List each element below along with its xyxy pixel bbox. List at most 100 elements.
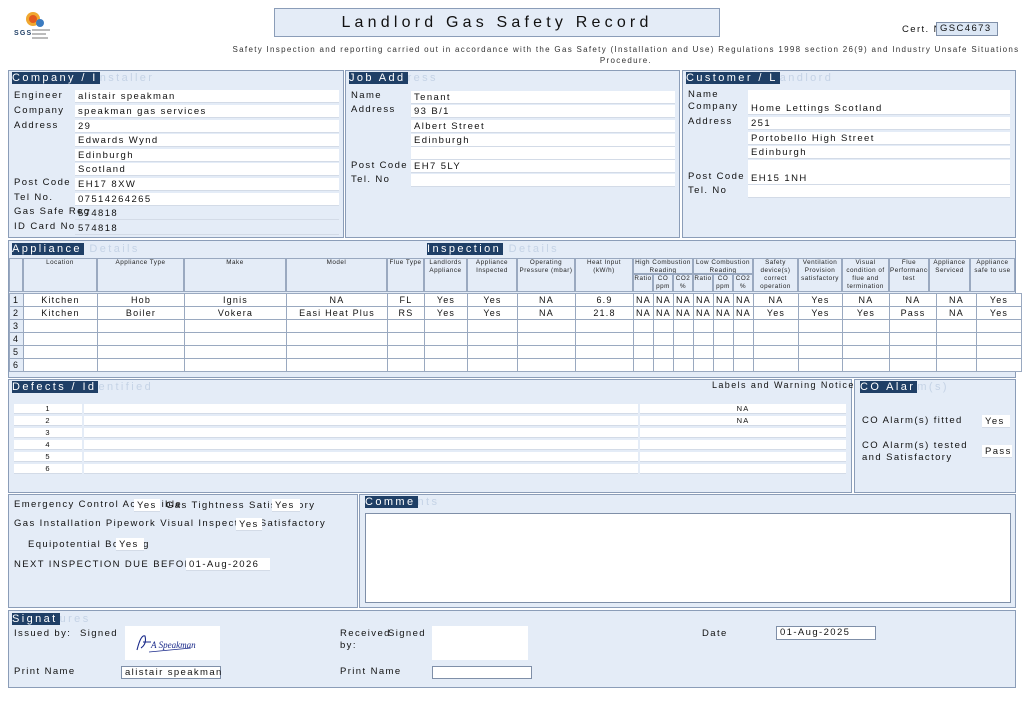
appliance-cell-h3[interactable]: NA [673,306,694,320]
appliance-cell-pressure[interactable] [517,319,576,333]
customer-address-line-3[interactable]: Edinburgh [748,146,1010,159]
appliance-cell-visual[interactable] [842,358,890,372]
appliance-cell-h1[interactable]: NA [633,306,654,320]
appliance-cell-flue[interactable] [387,319,425,333]
appliance-cell-flue_test[interactable] [889,319,937,333]
appliance-cell-vent[interactable] [798,332,843,346]
appliance-cell-vent[interactable]: Yes [798,293,843,307]
appliance-cell-h3[interactable] [673,358,694,372]
appliance-cell-h1[interactable] [633,345,654,359]
appliance-cell-h2[interactable] [653,345,674,359]
appliance-cell-serviced[interactable] [936,345,977,359]
appliance-cell-make[interactable] [184,358,287,372]
defect-description[interactable] [84,404,638,414]
appliance-cell-heat[interactable]: 21.8 [575,306,634,320]
defect-label-notice[interactable] [640,452,846,462]
appliance-cell-vent[interactable] [798,319,843,333]
defect-label-notice[interactable]: NA [640,416,846,426]
appliance-cell-location[interactable]: Kitchen [23,293,98,307]
appliance-cell-safe[interactable] [976,358,1022,372]
appliance-cell-l3[interactable] [733,358,754,372]
defect-label-notice[interactable] [640,464,846,474]
appliance-cell-pressure[interactable]: NA [517,293,576,307]
appliance-cell-h2[interactable] [653,358,674,372]
appliance-cell-h1[interactable] [633,358,654,372]
appliance-cell-serviced[interactable] [936,319,977,333]
appliance-cell-l3[interactable] [733,319,754,333]
appliance-cell-vent[interactable] [798,358,843,372]
appliance-cell-h2[interactable] [653,319,674,333]
appliance-cell-l3[interactable] [733,345,754,359]
appliance-cell-landlords[interactable]: Yes [424,293,468,307]
appliance-cell-h3[interactable] [673,345,694,359]
appliance-cell-h2[interactable] [653,332,674,346]
appliance-cell-flue_test[interactable] [889,345,937,359]
address-line-4[interactable]: Scotland [75,163,339,176]
appliance-cell-model[interactable] [286,358,388,372]
appliance-cell-model[interactable] [286,319,388,333]
bonding-field[interactable]: Yes [116,538,144,551]
appliance-cell-make[interactable]: Ignis [184,293,287,307]
appliance-cell-visual[interactable] [842,345,890,359]
job-address-line-1[interactable]: 93 B/1 [411,105,675,118]
defect-label-notice[interactable] [640,440,846,450]
defect-label-notice[interactable]: NA [640,404,846,414]
id-card-field[interactable]: 574818 [75,222,339,235]
appliance-cell-landlords[interactable]: Yes [424,306,468,320]
appliance-cell-l3[interactable] [733,332,754,346]
pipework-field[interactable]: Yes [236,518,262,531]
job-address-line-3[interactable]: Edinburgh [411,134,675,147]
appliance-cell-vent[interactable] [798,345,843,359]
address-line-2[interactable]: Edwards Wynd [75,134,339,147]
appliance-cell-visual[interactable]: Yes [842,306,890,320]
appliance-cell-l3[interactable]: NA [733,293,754,307]
gas-safe-field[interactable]: 574818 [75,207,339,220]
appliance-cell-h1[interactable]: NA [633,293,654,307]
appliance-cell-safety[interactable] [753,319,799,333]
appliance-cell-model[interactable] [286,345,388,359]
appliance-cell-l2[interactable] [713,345,734,359]
appliance-cell-h2[interactable]: NA [653,306,674,320]
engineer-field[interactable]: alistair speakman [75,90,339,103]
date-field[interactable]: 01-Aug-2025 [776,626,876,640]
appliance-cell-landlords[interactable] [424,358,468,372]
appliance-cell-l1[interactable]: NA [693,293,714,307]
appliance-cell-inspected[interactable] [467,319,518,333]
customer-address-line-1[interactable]: 251 [748,117,1010,130]
issuer-print-name-field[interactable]: alistair speakman [121,666,221,679]
customer-company-field[interactable]: Home Lettings Scotland [748,102,1010,115]
appliance-cell-type[interactable]: Hob [97,293,185,307]
appliance-cell-flue[interactable] [387,332,425,346]
appliance-cell-flue_test[interactable]: Pass [889,306,937,320]
appliance-cell-l3[interactable]: NA [733,306,754,320]
defect-description[interactable] [84,464,638,474]
appliance-cell-make[interactable] [184,319,287,333]
appliance-cell-l2[interactable]: NA [713,293,734,307]
appliance-cell-safe[interactable]: Yes [976,293,1022,307]
appliance-cell-pressure[interactable] [517,332,576,346]
appliance-cell-l1[interactable] [693,319,714,333]
appliance-cell-safety[interactable] [753,358,799,372]
customer-postcode-field[interactable]: EH15 1NH [748,172,1010,185]
appliance-cell-visual[interactable] [842,319,890,333]
customer-tel-field[interactable] [748,185,1010,198]
defect-description[interactable] [84,452,638,462]
appliance-cell-heat[interactable] [575,345,634,359]
co-fitted-field[interactable]: Yes [982,415,1010,428]
job-address-line-4[interactable] [411,147,675,160]
defect-description[interactable] [84,440,638,450]
cert-no-field[interactable]: GSC4673 [936,22,998,36]
appliance-cell-visual[interactable]: NA [842,293,890,307]
defect-description[interactable] [84,416,638,426]
appliance-cell-flue[interactable] [387,358,425,372]
appliance-cell-flue_test[interactable] [889,332,937,346]
appliance-cell-safety[interactable]: NA [753,293,799,307]
appliance-cell-make[interactable]: Vokera [184,306,287,320]
appliance-cell-h1[interactable] [633,332,654,346]
address-line-1[interactable]: 29 [75,120,339,133]
appliance-cell-model[interactable]: NA [286,293,388,307]
appliance-cell-inspected[interactable] [467,358,518,372]
appliance-cell-safe[interactable]: Yes [976,306,1022,320]
appliance-cell-safety[interactable] [753,332,799,346]
appliance-cell-h3[interactable] [673,319,694,333]
